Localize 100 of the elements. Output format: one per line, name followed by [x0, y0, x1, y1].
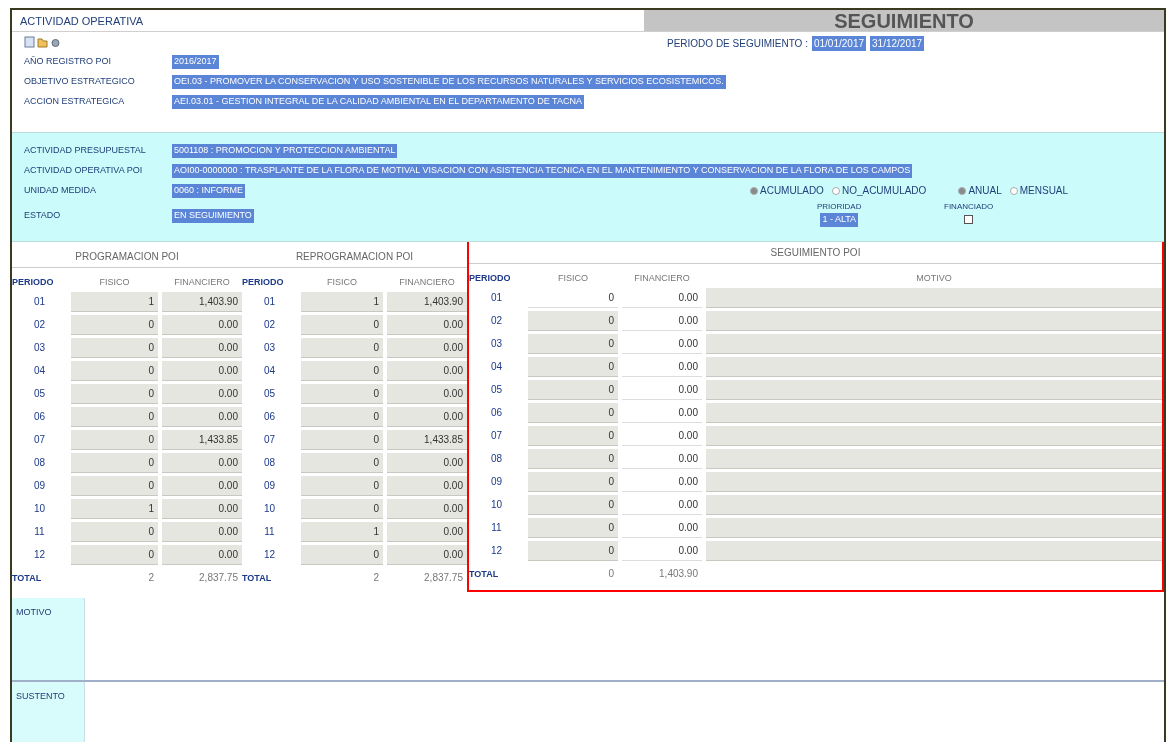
period-label: 02 — [32, 318, 47, 332]
input-field[interactable] — [706, 472, 1162, 492]
table-cell: 0.00 — [162, 315, 242, 335]
period-label: 01 — [489, 291, 504, 305]
field-label: ACCION ESTRATEGICA — [24, 95, 126, 109]
checkbox[interactable] — [964, 215, 974, 224]
column-header: FISICO — [98, 276, 131, 289]
field-value[interactable]: AOI00-0000000 : TRASPLANTE DE LA FLORA DE MOTIVAL VISACION CON ASISTENCIA TECNICA EN EL MANTENIMIENTO Y CONSERVACION DE LA FLORA DE LOS CAMPOS — [172, 164, 913, 178]
input-field[interactable]: 0 — [528, 518, 618, 538]
input-field[interactable]: 0 — [528, 357, 618, 377]
table-cell: 0.00 — [162, 499, 242, 519]
input-field[interactable] — [706, 541, 1162, 561]
input-field[interactable] — [706, 311, 1162, 331]
table-cell: 0 — [301, 430, 383, 450]
input-field[interactable]: 0 — [528, 449, 618, 469]
period-label: 08 — [489, 452, 504, 466]
input-field[interactable]: 0 — [528, 334, 618, 354]
input-field[interactable] — [706, 334, 1162, 354]
table-cell: 0 — [71, 430, 158, 450]
period-label: 01 — [262, 295, 277, 309]
period-label: 04 — [489, 360, 504, 374]
table-cell: 1 — [71, 292, 158, 312]
field-label: ACTIVIDAD OPERATIVA POI — [24, 164, 144, 178]
period-label: 09 — [262, 479, 277, 493]
field-label: PERIODO DE SEGUIMIENTO : — [667, 37, 808, 51]
table-cell: 1,403.90 — [387, 292, 467, 312]
table-title: REPROGRAMACION POI — [242, 246, 467, 268]
period-label: 09 — [489, 475, 504, 489]
field-label: PRIORIDAD — [817, 201, 862, 213]
folder-icon[interactable] — [37, 36, 48, 48]
period-label: 01 — [32, 295, 47, 309]
radio-option[interactable]: NO_ACUMULADO — [831, 183, 927, 198]
table-cell: 0.00 — [162, 522, 242, 542]
table-cell: 0 — [71, 476, 158, 496]
input-field[interactable] — [706, 380, 1162, 400]
input-field[interactable]: 0 — [528, 380, 618, 400]
period-label: 02 — [262, 318, 277, 332]
input-field[interactable]: 0 — [528, 541, 618, 561]
total-label: TOTAL — [12, 572, 43, 585]
input-field[interactable]: 0 — [528, 403, 618, 423]
field-label: AÑO REGISTRO POI — [24, 55, 112, 69]
period-label: 11 — [490, 521, 503, 535]
table-title: SEGUIMIENTO POI — [469, 242, 1162, 264]
field-value[interactable]: AEI.03.01 - GESTION INTEGRAL DE LA CALIDAD AMBIENTAL EN EL DEPARTAMENTO DE TACNA — [172, 95, 584, 109]
input-field[interactable] — [706, 357, 1162, 377]
total-value: 2,837.75 — [198, 571, 239, 585]
period-label: 04 — [32, 364, 47, 378]
period-label: 05 — [262, 387, 277, 401]
field-value[interactable]: 2016/2017 — [172, 55, 219, 69]
table-cell: 0.00 — [162, 476, 242, 496]
input-field[interactable]: 0 — [528, 426, 618, 446]
radio-option[interactable]: ANUAL — [958, 183, 1002, 198]
radio-option[interactable]: MENSUAL — [1009, 183, 1069, 198]
input-field[interactable] — [706, 495, 1162, 515]
input-field[interactable] — [706, 426, 1162, 446]
input-field[interactable]: 0 — [528, 472, 618, 492]
input-field[interactable] — [706, 518, 1162, 538]
table-cell: 0 — [71, 315, 158, 335]
table-cell: 1 — [71, 499, 158, 519]
period-label: 08 — [262, 456, 277, 470]
table-cell: 0 — [301, 338, 383, 358]
input-field[interactable]: 0 — [528, 495, 618, 515]
total-value: 2 — [147, 571, 155, 585]
total-label: TOTAL — [469, 568, 500, 581]
table-cell: 0.00 — [387, 315, 467, 335]
document-icon[interactable] — [24, 36, 35, 48]
table-cell: 0.00 — [162, 453, 242, 473]
field-value[interactable]: 5001108 : PROMOCION Y PROTECCION AMBIENTAL — [172, 144, 398, 158]
field-label: ESTADO — [24, 209, 62, 223]
date-field[interactable]: 31/12/2017 — [870, 36, 925, 51]
period-label: 07 — [32, 433, 47, 447]
table-cell: 0.00 — [162, 407, 242, 427]
input-field[interactable] — [706, 449, 1162, 469]
table-cell: 0 — [71, 384, 158, 404]
period-label: 03 — [262, 341, 277, 355]
page-title: ACTIVIDAD OPERATIVA — [19, 14, 145, 29]
field-label: OBJETIVO ESTRATEGICO — [24, 75, 136, 89]
period-label: 07 — [489, 429, 504, 443]
period-label: 10 — [262, 502, 277, 516]
table-cell: 0.00 — [387, 407, 467, 427]
table-cell: 0 — [71, 361, 158, 381]
period-label: 02 — [489, 314, 504, 328]
table-cell: 0.00 — [162, 384, 242, 404]
date-field[interactable]: 01/01/2017 — [811, 36, 866, 51]
field-value[interactable]: OEI.03 - PROMOVER LA CONSERVACION Y USO SOSTENIBLE DE LOS RECURSOS NATURALES Y SERVICIOS ECOSISTEMICOS. — [172, 75, 726, 89]
period-label: 12 — [262, 548, 277, 562]
table-cell: 0.00 — [387, 545, 467, 565]
input-field[interactable] — [706, 403, 1162, 423]
table-cell: 0 — [71, 453, 158, 473]
input-field[interactable] — [706, 288, 1162, 308]
input-field[interactable]: 0 — [528, 311, 618, 331]
period-label: 07 — [262, 433, 277, 447]
field-value[interactable]: 0060 : INFORME — [172, 184, 246, 198]
priority-field[interactable]: 1 - ALTA — [820, 213, 859, 227]
table-cell: 0.00 — [387, 361, 467, 381]
field-value[interactable]: EN SEGUIMIENTO — [172, 209, 254, 223]
radio-option[interactable]: ACUMULADO — [750, 183, 824, 198]
table-cell: 0 — [71, 545, 158, 565]
table-cell: 0 — [71, 338, 158, 358]
column-header: FISICO — [326, 276, 358, 289]
